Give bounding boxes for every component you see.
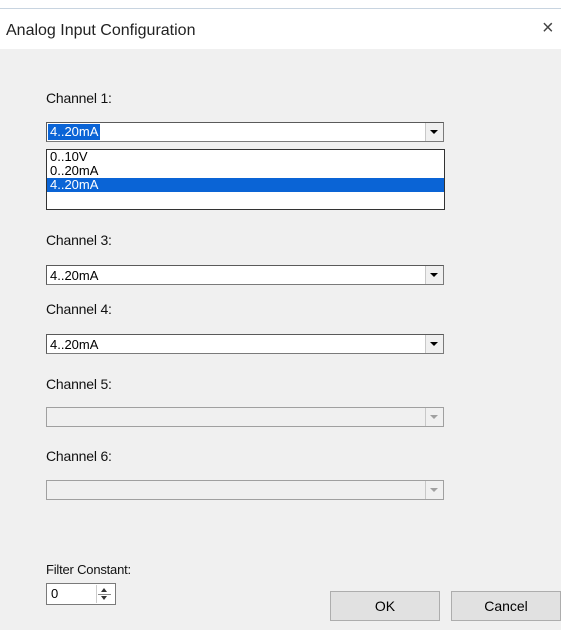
- channel-5-combobox: [46, 407, 444, 427]
- channel-1-combobox[interactable]: 4..20mA: [46, 122, 444, 142]
- channel-3-combobox[interactable]: 4..20mA: [46, 265, 444, 285]
- spinner-up-icon[interactable]: [101, 588, 107, 592]
- ok-button[interactable]: OK: [330, 591, 440, 621]
- chevron-down-icon: [430, 488, 438, 492]
- filter-constant-value: 0: [51, 586, 59, 601]
- channel-5-dropdown-button: [425, 408, 443, 426]
- channel-1-label: Channel 1:: [46, 90, 112, 106]
- channel-6-label: Channel 6:: [46, 448, 112, 464]
- spinner-down-icon[interactable]: [101, 596, 107, 600]
- filter-constant-label: Filter Constant:: [46, 562, 131, 577]
- window-title: Analog Input Configuration: [6, 22, 196, 39]
- chevron-down-icon: [430, 415, 438, 419]
- chevron-down-icon: [430, 273, 438, 277]
- channel-4-label: Channel 4:: [46, 301, 112, 317]
- dropdown-option-4-20ma[interactable]: 4..20mA: [47, 178, 444, 192]
- channel-4-dropdown-button[interactable]: [425, 335, 443, 353]
- chevron-down-icon: [430, 342, 438, 346]
- channel-3-label: Channel 3:: [46, 232, 112, 248]
- chevron-down-icon: [430, 130, 438, 134]
- channel-1-dropdown-list: 0..10V 0..20mA 4..20mA: [46, 149, 445, 210]
- channel-1-dropdown-button[interactable]: [425, 123, 443, 141]
- channel-4-value: 4..20mA: [50, 337, 99, 352]
- channel-3-value: 4..20mA: [50, 268, 99, 283]
- channel-5-label: Channel 5:: [46, 376, 112, 392]
- dropdown-option-0-20ma[interactable]: 0..20mA: [47, 164, 444, 178]
- filter-constant-spinner[interactable]: 0: [46, 583, 116, 605]
- close-icon[interactable]: ×: [542, 18, 554, 38]
- cancel-button[interactable]: Cancel: [451, 591, 561, 621]
- spinner-divider: [98, 594, 111, 595]
- channel-1-value: 4..20mA: [48, 124, 101, 140]
- spinner-buttons[interactable]: [96, 585, 113, 603]
- dropdown-option-0-10v[interactable]: 0..10V: [47, 150, 444, 164]
- channel-6-combobox: [46, 480, 444, 500]
- channel-4-combobox[interactable]: 4..20mA: [46, 334, 444, 354]
- channel-3-dropdown-button[interactable]: [425, 266, 443, 284]
- channel-6-dropdown-button: [425, 481, 443, 499]
